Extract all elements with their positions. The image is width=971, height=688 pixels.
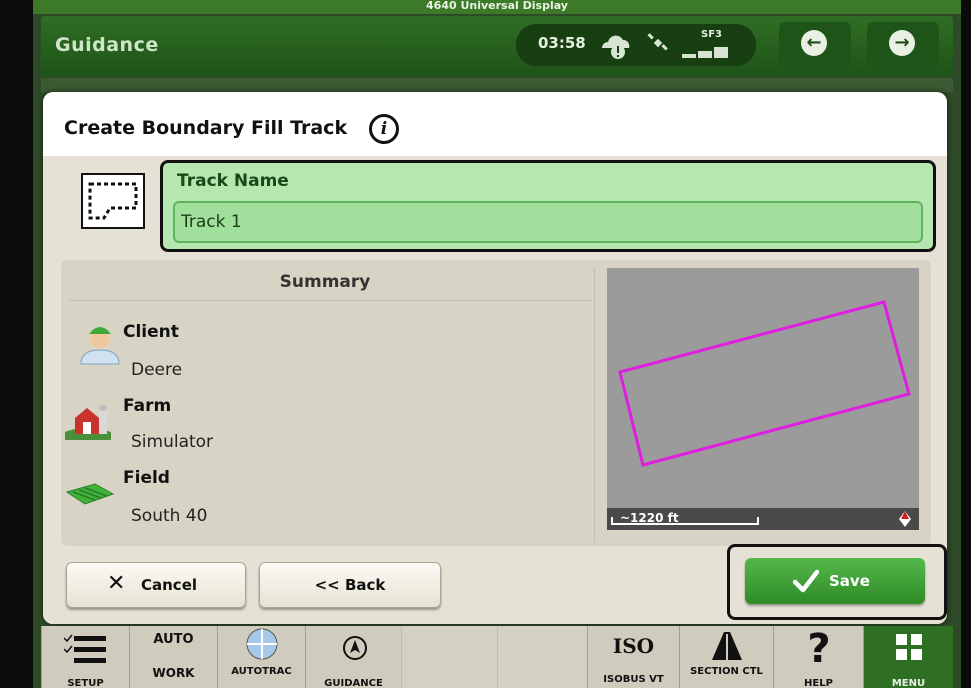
- save-button[interactable]: Save: [745, 558, 925, 604]
- tabs-row: [41, 78, 953, 92]
- back-nav-button[interactable]: ←: [779, 22, 851, 68]
- help-button[interactable]: ? HELP: [773, 626, 863, 688]
- page-title: Guidance: [55, 34, 159, 56]
- forward-nav-button[interactable]: →: [867, 22, 939, 68]
- help-icon: ?: [807, 626, 831, 672]
- cancel-label: Cancel: [141, 576, 198, 594]
- farm-label: Farm: [123, 396, 172, 416]
- auto-label: AUTO: [153, 632, 194, 647]
- create-track-dialog: Create Boundary Fill Track i Track Name …: [43, 92, 947, 624]
- track-name-input[interactable]: [173, 201, 923, 243]
- divider: [594, 268, 595, 542]
- dialog-footer: ✕ Cancel << Back Save: [43, 544, 947, 624]
- back-label: << Back: [314, 576, 386, 594]
- info-icon[interactable]: i: [369, 114, 399, 144]
- autotrac-button[interactable]: AUTOTRAC: [217, 626, 305, 688]
- field-label: Field: [123, 468, 170, 488]
- menu-list-icon: [64, 634, 106, 663]
- menu-button[interactable]: MENU: [863, 626, 953, 688]
- setup-button[interactable]: SETUP: [41, 626, 129, 688]
- isobus-vt-label: ISOBUS VT: [603, 674, 664, 685]
- work-button[interactable]: AUTO WORK: [129, 626, 217, 688]
- autotrac-label: AUTOTRAC: [231, 666, 292, 677]
- bottom-toolbar: SETUP AUTO WORK AUTOTRAC GUIDANCE ISO IS…: [41, 626, 953, 688]
- back-button[interactable]: << Back: [259, 562, 441, 608]
- client-value: Deere: [131, 360, 183, 380]
- section-control-button[interactable]: SECTION CTL: [679, 626, 773, 688]
- page-header: Guidance 03:58 SF3 ← →: [41, 16, 953, 76]
- save-button-focus: Save: [727, 544, 947, 620]
- map-scale-label: ~1220 ft: [620, 511, 679, 525]
- dialog-title: Create Boundary Fill Track: [64, 117, 348, 139]
- compass-icon: [899, 511, 911, 527]
- signal-strength-icon: [682, 47, 728, 58]
- track-name-field[interactable]: Track Name: [160, 160, 936, 252]
- isobus-vt-button[interactable]: ISO ISOBUS VT: [587, 626, 679, 688]
- cloud-alert-icon: [602, 35, 630, 59]
- grid-menu-icon: [896, 634, 922, 660]
- display-screen: 4640 Universal Display Guidance 03:58 SF…: [33, 0, 961, 688]
- section-control-icon: [712, 632, 742, 660]
- help-label: HELP: [804, 678, 833, 688]
- gps-correction-label: SF3: [701, 29, 722, 40]
- iso-logo: ISO: [612, 634, 655, 658]
- satellite-icon: [647, 33, 668, 51]
- field-value: South 40: [131, 506, 208, 526]
- clock: 03:58: [538, 34, 586, 52]
- client-label: Client: [123, 322, 179, 342]
- guidance-button[interactable]: GUIDANCE: [305, 626, 401, 688]
- guidance-label: GUIDANCE: [324, 678, 383, 688]
- disabled-tool-button[interactable]: [401, 626, 497, 688]
- client-person-icon: [80, 327, 120, 365]
- summary-panel: Summary Client Deere Farm Simulator Fiel…: [61, 260, 931, 546]
- guidance-icon: [343, 636, 367, 660]
- cancel-button[interactable]: ✕ Cancel: [66, 562, 246, 608]
- summary-title: Summary: [279, 272, 371, 292]
- farm-value: Simulator: [131, 432, 214, 452]
- boundary-fill-icon: [81, 173, 145, 229]
- menu-label: MENU: [891, 678, 926, 688]
- arrow-right-circle-icon: →: [889, 30, 915, 56]
- status-area[interactable]: 03:58 SF3: [516, 24, 756, 66]
- autotrac-icon: [246, 628, 278, 660]
- field-icon: [65, 483, 115, 505]
- field-boundary: [618, 300, 911, 467]
- checkmark-icon: [793, 569, 819, 593]
- save-label: Save: [829, 572, 870, 590]
- work-label: WORK: [152, 666, 195, 680]
- x-close-icon: ✕: [107, 571, 126, 596]
- divider: [69, 300, 591, 301]
- farm-barn-icon: [65, 405, 111, 440]
- track-name-label: Track Name: [177, 171, 289, 191]
- dialog-body: Track Name Summary Client Deere: [43, 156, 947, 624]
- map-scale-bar: ~1220 ft: [607, 508, 919, 530]
- arrow-left-circle-icon: ←: [801, 30, 827, 56]
- section-control-label: SECTION CTL: [690, 666, 763, 677]
- disabled-tool-button[interactable]: [497, 626, 587, 688]
- display-title: 4640 Universal Display: [33, 0, 961, 14]
- setup-label: SETUP: [67, 678, 104, 688]
- scale-tick: [757, 517, 759, 525]
- boundary-map[interactable]: ~1220 ft: [607, 268, 919, 530]
